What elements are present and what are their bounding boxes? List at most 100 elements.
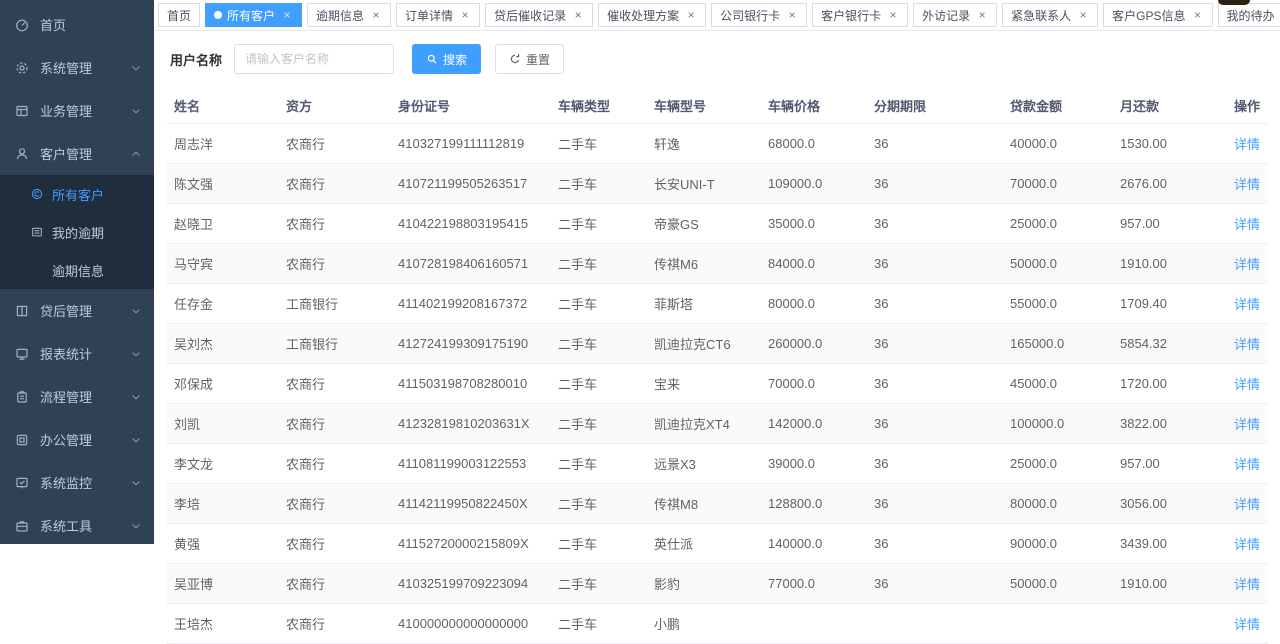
sidebar-item-label: 系统管理: [40, 58, 92, 77]
tab-6[interactable]: 公司银行卡×: [711, 3, 807, 27]
cell-vehicle_model: 影豹: [646, 564, 760, 604]
close-icon[interactable]: ×: [370, 9, 382, 21]
detail-link[interactable]: 详情: [1234, 177, 1260, 192]
cell-action: 详情: [1216, 124, 1268, 164]
detail-link[interactable]: 详情: [1234, 217, 1260, 232]
column-header-monthly_payment: 月还款: [1112, 88, 1216, 124]
sidebar-item-8[interactable]: 系统监控: [0, 461, 154, 504]
search-button[interactable]: 搜索: [412, 44, 481, 74]
detail-link[interactable]: 详情: [1234, 257, 1260, 272]
cell-vehicle_model: 凯迪拉克CT6: [646, 324, 760, 364]
detail-link[interactable]: 详情: [1234, 377, 1260, 392]
table-row: 马守宾农商行410728198406160571二手车传祺M684000.036…: [166, 244, 1268, 284]
detail-link[interactable]: 详情: [1234, 457, 1260, 472]
tab-1[interactable]: 所有客户×: [205, 3, 302, 27]
cell-vehicle_model: 远景X3: [646, 444, 760, 484]
cell-monthly_payment: 957.00: [1112, 444, 1216, 484]
tab-9[interactable]: 紧急联系人×: [1002, 3, 1098, 27]
avatar[interactable]: [1218, 0, 1250, 5]
tab-4[interactable]: 贷后催收记录×: [485, 3, 593, 27]
search-input[interactable]: [234, 44, 394, 74]
cell-name: 马守宾: [166, 244, 278, 284]
cell-vehicle_type: 二手车: [550, 244, 646, 284]
cell-installment_term: 36: [866, 164, 1002, 204]
detail-link[interactable]: 详情: [1234, 137, 1260, 152]
sidebar-item-0[interactable]: 首页: [0, 3, 154, 46]
detail-link[interactable]: 详情: [1234, 617, 1260, 632]
tab-3[interactable]: 订单详情×: [396, 3, 480, 27]
detail-link[interactable]: 详情: [1234, 417, 1260, 432]
cell-action: 详情: [1216, 164, 1268, 204]
cell-vehicle_type: 二手车: [550, 564, 646, 604]
sidebar-subitem-0[interactable]: 所有客户: [0, 175, 154, 213]
table-row: 刘凯农商行41232819810203631X二手车凯迪拉克XT4142000.…: [166, 404, 1268, 444]
detail-link[interactable]: 详情: [1234, 577, 1260, 592]
sidebar-item-label: 流程管理: [40, 387, 92, 406]
cell-name: 邓保成: [166, 364, 278, 404]
close-icon[interactable]: ×: [1192, 9, 1204, 21]
cell-vehicle_price: 39000.0: [760, 444, 866, 484]
main-area: 首页所有客户×逾期信息×订单详情×贷后催收记录×催收处理方案×公司银行卡×客户银…: [154, 0, 1280, 544]
table-row: 吴刘杰工商银行412724199309175190二手车凯迪拉克CT626000…: [166, 324, 1268, 364]
tab-11[interactable]: 我的待办×: [1218, 3, 1280, 27]
sidebar-item-label: 系统工具: [40, 516, 92, 535]
detail-link[interactable]: 详情: [1234, 537, 1260, 552]
detail-link[interactable]: 详情: [1234, 297, 1260, 312]
close-icon[interactable]: ×: [572, 9, 584, 21]
monitor-icon: [14, 475, 30, 491]
tab-2[interactable]: 逾期信息×: [307, 3, 391, 27]
cell-funder: 农商行: [278, 204, 390, 244]
cell-loan_amount: 50000.0: [1002, 564, 1112, 604]
sidebar-item-6[interactable]: 流程管理: [0, 375, 154, 418]
tab-label: 客户GPS信息: [1112, 7, 1185, 24]
sidebar-item-3[interactable]: 客户管理: [0, 132, 154, 175]
search-button-label: 搜索: [443, 51, 467, 68]
cell-funder: 农商行: [278, 404, 390, 444]
detail-link[interactable]: 详情: [1234, 337, 1260, 352]
cell-funder: 农商行: [278, 164, 390, 204]
sidebar-item-5[interactable]: 报表统计: [0, 332, 154, 375]
close-icon[interactable]: ×: [786, 9, 798, 21]
cell-vehicle_model: 宝来: [646, 364, 760, 404]
close-icon[interactable]: ×: [887, 9, 899, 21]
grid-icon: [14, 103, 30, 119]
tab-5[interactable]: 催收处理方案×: [598, 3, 706, 27]
detail-link[interactable]: 详情: [1234, 497, 1260, 512]
tab-10[interactable]: 客户GPS信息 ×: [1103, 3, 1212, 27]
cell-monthly_payment: 1720.00: [1112, 364, 1216, 404]
column-header-vehicle_price: 车辆价格: [760, 88, 866, 124]
close-icon[interactable]: ×: [1077, 9, 1089, 21]
sidebar-subitem-2[interactable]: 逾期信息: [0, 251, 154, 289]
sidebar-subitem-1[interactable]: 我的逾期: [0, 213, 154, 251]
chart-icon: [14, 346, 30, 362]
sidebar-item-1[interactable]: 系统管理: [0, 46, 154, 89]
cell-monthly_payment: 3056.00: [1112, 484, 1216, 524]
cell-installment_term: 36: [866, 204, 1002, 244]
close-icon[interactable]: ×: [976, 9, 988, 21]
tab-7[interactable]: 客户银行卡×: [812, 3, 908, 27]
cell-vehicle_type: 二手车: [550, 324, 646, 364]
tab-0[interactable]: 首页: [158, 3, 200, 27]
tab-label: 外访记录: [922, 7, 970, 24]
tab-8[interactable]: 外访记录 ×: [913, 3, 997, 27]
close-icon[interactable]: ×: [459, 9, 471, 21]
cell-vehicle_type: 二手车: [550, 284, 646, 324]
cell-action: 详情: [1216, 244, 1268, 284]
cell-funder: 工商银行: [278, 284, 390, 324]
cell-monthly_payment: 1910.00: [1112, 244, 1216, 284]
cell-funder: 农商行: [278, 444, 390, 484]
cell-id_number: 410721199505263517: [390, 164, 550, 204]
close-icon[interactable]: ×: [685, 9, 697, 21]
sidebar-subitem-label: 所有客户: [52, 185, 104, 204]
cell-vehicle_price: 70000.0: [760, 364, 866, 404]
table-row: 任存金工商银行411402199208167372二手车菲斯塔80000.036…: [166, 284, 1268, 324]
sidebar-item-7[interactable]: 办公管理: [0, 418, 154, 461]
cell-id_number: 412724199309175190: [390, 324, 550, 364]
chevron-down-icon: [130, 434, 142, 446]
sidebar-item-9[interactable]: 系统工具: [0, 504, 154, 547]
sidebar-item-2[interactable]: 业务管理: [0, 89, 154, 132]
close-icon[interactable]: ×: [281, 9, 293, 21]
cell-vehicle_price: 35000.0: [760, 204, 866, 244]
reset-button[interactable]: 重置: [495, 44, 564, 74]
sidebar-item-4[interactable]: 贷后管理: [0, 289, 154, 332]
